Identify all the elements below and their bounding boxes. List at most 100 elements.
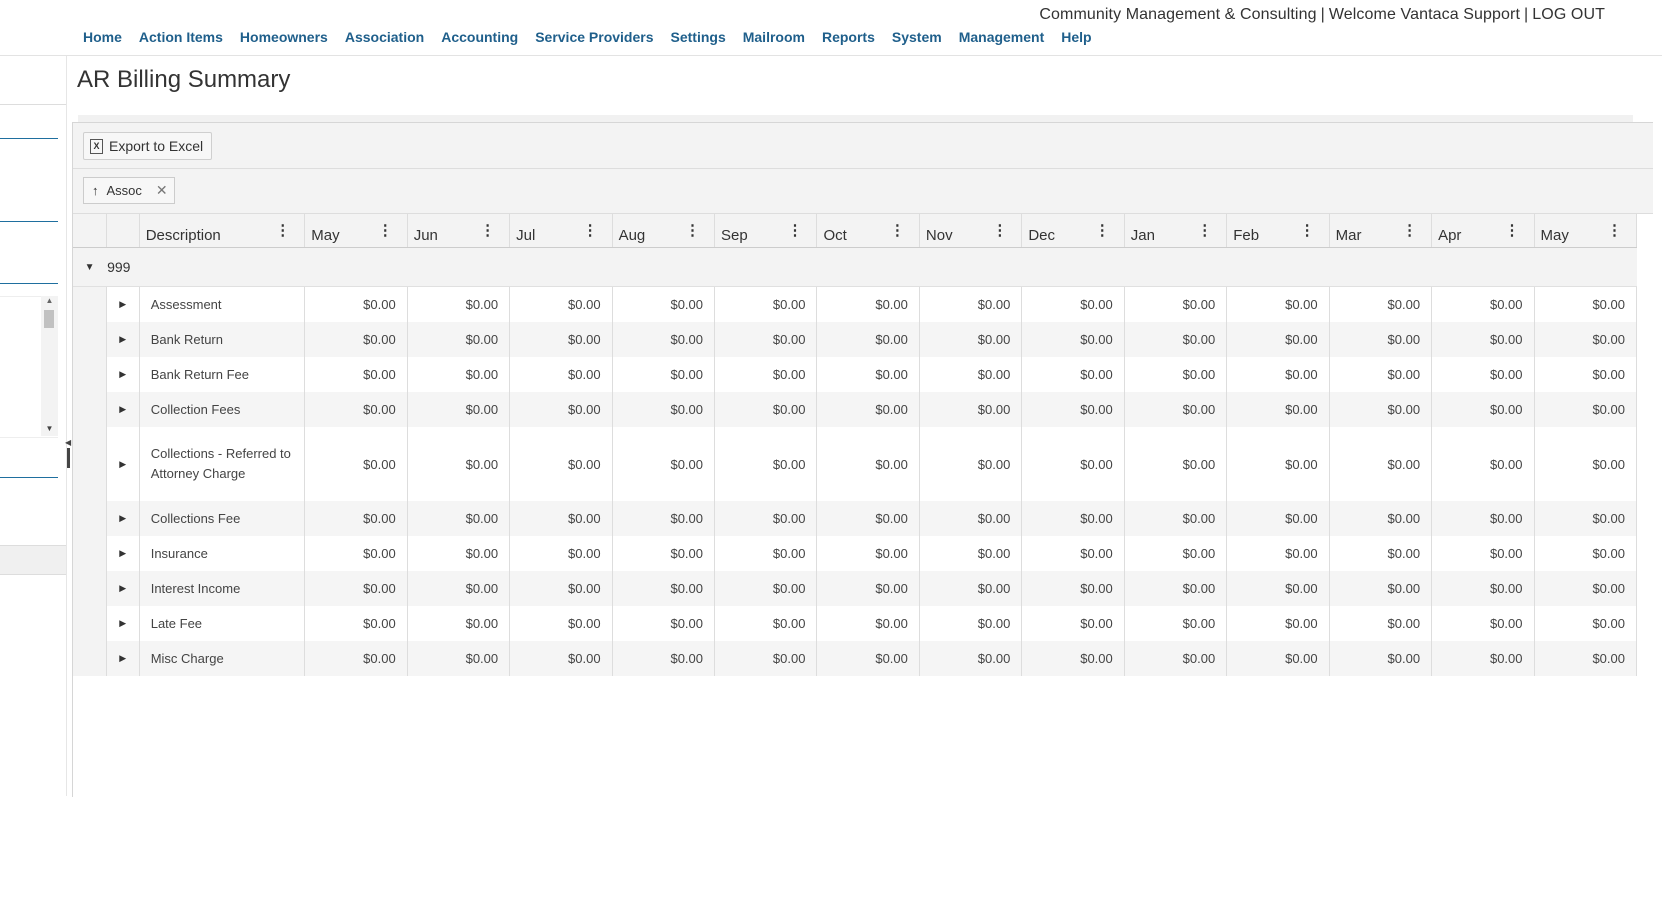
amount-cell: $0.00 — [919, 357, 1023, 392]
amount-cell: $0.00 — [714, 322, 818, 357]
scroll-thumb[interactable] — [44, 310, 54, 328]
column-header[interactable]: Mar ⋮ — [1329, 214, 1433, 248]
expand-row-icon[interactable]: ▶ — [106, 536, 140, 571]
group-chip-label: Assoc — [106, 183, 142, 198]
column-header[interactable]: Description ⋮ — [139, 214, 306, 248]
header-row: Description ⋮ May ⋮ Jun ⋮ Jul ⋮ Aug ⋮ Sep ⋮ Oc… — [73, 214, 1638, 248]
amount-cell: $0.00 — [1329, 641, 1433, 676]
remove-group-icon[interactable]: ✕ — [156, 182, 168, 199]
amount-cell: $0.00 — [714, 357, 818, 392]
amount-cell: $0.00 — [509, 606, 613, 641]
table-row[interactable]: ▶ Misc Charge $0.00 $0.00 $0.00 $0.00 $0.00 $0.… — [73, 641, 1638, 676]
amount-cell: $0.00 — [919, 427, 1023, 501]
expand-row-icon[interactable]: ▶ — [106, 606, 140, 641]
amount-cell: $0.00 — [714, 606, 818, 641]
column-menu-icon[interactable]: ⋮ — [1300, 221, 1315, 239]
nav-association[interactable]: Association — [345, 29, 424, 45]
expand-row-icon[interactable]: ▶ — [106, 357, 140, 392]
table-row[interactable]: ▶ Bank Return Fee $0.00 $0.00 $0.00 $0.00 $0.0… — [73, 357, 1638, 392]
table-row[interactable]: ▶ Collections - Referred to Attorney Char… — [73, 427, 1638, 501]
column-header[interactable]: Apr ⋮ — [1431, 214, 1535, 248]
column-menu-icon[interactable]: ⋮ — [1402, 221, 1417, 239]
column-menu-icon[interactable]: ⋮ — [685, 221, 700, 239]
nav-accounting[interactable]: Accounting — [441, 29, 518, 45]
table-row[interactable]: ▶ Collection Fees $0.00 $0.00 $0.00 $0.00 $0.0… — [73, 392, 1638, 427]
column-header[interactable]: Dec ⋮ — [1021, 214, 1125, 248]
description-cell: Misc Charge — [139, 641, 306, 676]
nav-settings[interactable]: Settings — [671, 29, 726, 45]
filter-field-1[interactable] — [0, 138, 58, 139]
group-chip-assoc[interactable]: ↑ Assoc ✕ — [83, 177, 175, 204]
expand-row-icon[interactable]: ▶ — [106, 427, 140, 501]
nav-reports[interactable]: Reports — [822, 29, 875, 45]
column-menu-icon[interactable]: ⋮ — [787, 221, 802, 239]
column-menu-icon[interactable]: ⋮ — [992, 221, 1007, 239]
amount-cell: $0.00 — [1124, 286, 1228, 322]
filter-list-scrollbar[interactable]: ▲ ▼ — [41, 296, 58, 436]
nav-help[interactable]: Help — [1061, 29, 1091, 45]
column-header[interactable]: May ⋮ — [304, 214, 408, 248]
table-row[interactable]: ▶ Assessment $0.00 $0.00 $0.00 $0.00 $0.00 $0.0… — [73, 286, 1638, 322]
amount-cell: $0.00 — [816, 427, 920, 501]
column-menu-icon[interactable]: ⋮ — [275, 221, 290, 239]
nav-home[interactable]: Home — [83, 29, 122, 45]
scroll-down-icon[interactable]: ▼ — [41, 424, 58, 436]
expand-row-icon[interactable]: ▶ — [106, 571, 140, 606]
column-menu-icon[interactable]: ⋮ — [890, 221, 905, 239]
column-header[interactable]: Jul ⋮ — [509, 214, 613, 248]
company-name: Community Management & Consulting — [1039, 6, 1317, 23]
table-row[interactable]: ▶ Bank Return $0.00 $0.00 $0.00 $0.00 $0.00 $0.… — [73, 322, 1638, 357]
billing-grid: X Export to Excel ↑ Assoc ✕ Description ⋮… — [72, 122, 1653, 797]
export-to-excel-button[interactable]: X Export to Excel — [83, 132, 213, 160]
sort-ascending-icon[interactable]: ↑ — [92, 183, 99, 198]
column-header[interactable]: Oct ⋮ — [816, 214, 920, 248]
column-header[interactable]: May ⋮ — [1534, 214, 1638, 248]
column-menu-icon[interactable]: ⋮ — [378, 221, 393, 239]
nav-action-items[interactable]: Action Items — [139, 29, 223, 45]
logout-link[interactable]: LOG OUT — [1532, 6, 1605, 23]
filter-field-3[interactable] — [0, 283, 58, 284]
nav-homeowners[interactable]: Homeowners — [240, 29, 328, 45]
amount-cell: $0.00 — [407, 286, 511, 322]
amount-cell: $0.00 — [612, 641, 716, 676]
column-menu-icon[interactable]: ⋮ — [583, 221, 598, 239]
column-header[interactable]: Jun ⋮ — [407, 214, 511, 248]
expand-row-icon[interactable]: ▶ — [106, 322, 140, 357]
expand-row-icon[interactable]: ▶ — [106, 501, 140, 536]
nav-management[interactable]: Management — [959, 29, 1045, 45]
column-menu-icon[interactable]: ⋮ — [1095, 221, 1110, 239]
table-row[interactable]: ▶ Late Fee $0.00 $0.00 $0.00 $0.00 $0.00 $0.00 $… — [73, 606, 1638, 641]
expand-row-icon[interactable]: ▶ — [106, 286, 140, 322]
scroll-up-icon[interactable]: ▲ — [41, 296, 58, 308]
nav-mailroom[interactable]: Mailroom — [743, 29, 805, 45]
collapse-arrow-icon[interactable]: ◀ — [65, 438, 71, 447]
column-menu-icon[interactable]: ⋮ — [1607, 221, 1622, 239]
table-row[interactable]: ▶ Interest Income $0.00 $0.00 $0.00 $0.00 $0.0… — [73, 571, 1638, 606]
column-menu-icon[interactable]: ⋮ — [1197, 221, 1212, 239]
table-row[interactable]: ▶ Collections Fee $0.00 $0.00 $0.00 $0.00 $0.0… — [73, 501, 1638, 536]
column-header[interactable]: Sep ⋮ — [714, 214, 818, 248]
column-header[interactable]: Feb ⋮ — [1226, 214, 1330, 248]
amount-cell: $0.00 — [1124, 322, 1228, 357]
panel-splitter[interactable] — [67, 448, 70, 468]
column-header[interactable]: Jan ⋮ — [1124, 214, 1228, 248]
column-header[interactable]: Nov ⋮ — [919, 214, 1023, 248]
table-row[interactable]: ▶ Insurance $0.00 $0.00 $0.00 $0.00 $0.00 $0.00… — [73, 536, 1638, 571]
amount-cell: $0.00 — [919, 606, 1023, 641]
filter-field-4[interactable] — [0, 477, 58, 478]
filter-field-2[interactable] — [0, 221, 58, 222]
expand-row-icon[interactable]: ▶ — [106, 392, 140, 427]
column-menu-icon[interactable]: ⋮ — [1505, 221, 1520, 239]
expand-row-icon[interactable]: ▶ — [106, 641, 140, 676]
column-menu-icon[interactable]: ⋮ — [480, 221, 495, 239]
amount-cell: $0.00 — [304, 322, 408, 357]
nav-service-providers[interactable]: Service Providers — [535, 29, 653, 45]
row-indent — [73, 641, 107, 676]
amount-cell: $0.00 — [919, 286, 1023, 322]
amount-cell: $0.00 — [509, 286, 613, 322]
collapse-group-icon[interactable]: ▼ — [73, 247, 107, 287]
amount-cell: $0.00 — [714, 641, 818, 676]
nav-system[interactable]: System — [892, 29, 942, 45]
group-row[interactable]: ▼ 999 — [73, 247, 1637, 287]
column-header[interactable]: Aug ⋮ — [612, 214, 716, 248]
